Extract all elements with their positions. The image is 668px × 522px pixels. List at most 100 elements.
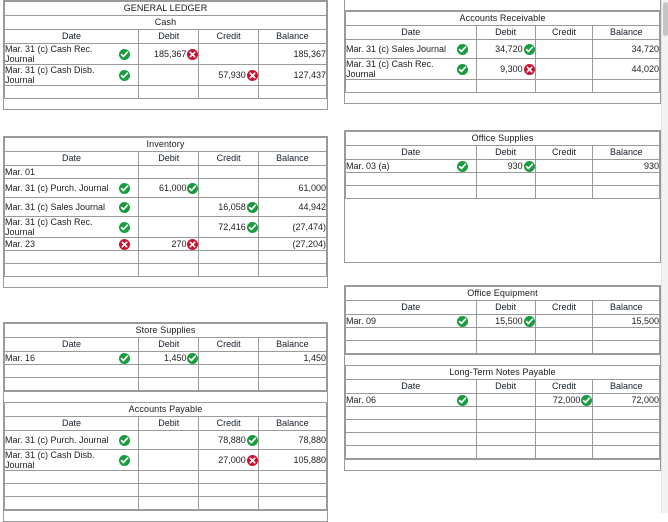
cell-date[interactable]: Mar. 06 [345,393,477,407]
cell-date[interactable] [345,419,477,433]
cell-date[interactable] [4,250,139,264]
table-row[interactable] [4,263,328,277]
cell-date[interactable]: Mar. 16 [4,351,139,365]
cell-date[interactable] [345,432,477,446]
cell-credit[interactable] [534,445,594,459]
table-row[interactable] [4,496,328,510]
table-row[interactable] [345,172,660,186]
table-row[interactable]: Mar. 01 [4,165,328,179]
cell-date[interactable]: Mar. 31 (c) Sales Journal [345,39,477,59]
cell-debit[interactable] [137,165,200,179]
scrollbar-thumb[interactable] [663,2,668,36]
cell-credit[interactable] [534,58,594,80]
table-row[interactable] [345,406,660,420]
cell-date[interactable] [345,406,477,420]
table-row[interactable]: Mar. 31 (c) Cash Rec. Journal 72,416 (27,4… [4,216,328,238]
cell-debit[interactable] [475,340,536,354]
cell-debit[interactable] [475,406,536,420]
cell-debit[interactable] [137,85,200,99]
cell-date[interactable]: Mar. 31 (c) Purch. Journal [4,178,139,198]
cell-date[interactable]: Mar. 31 (c) Cash Rec. Journal [4,43,139,65]
cell-debit[interactable]: 930 [475,159,536,173]
cell-date[interactable] [4,263,139,277]
table-row[interactable] [345,432,660,446]
table-row[interactable] [4,470,328,484]
vertical-scrollbar[interactable] [661,0,668,513]
cell-date[interactable]: Mar. 31 (c) Cash Rec. Journal [4,216,139,238]
cell-date[interactable]: Mar. 03 (a) [345,159,477,173]
table-row[interactable]: Mar. 23 270 (27,204) [4,237,328,251]
table-row[interactable] [4,377,328,391]
table-row[interactable]: Mar. 16 1,450 1,450 [4,351,328,365]
cell-credit[interactable]: 27,000 [198,449,259,471]
table-row[interactable]: Mar. 03 (a) 930 930 [345,159,660,173]
cell-date[interactable] [4,364,139,378]
cell-debit[interactable] [137,197,200,217]
cell-date[interactable]: Mar. 31 (c) Purch. Journal [4,430,139,450]
cell-debit[interactable] [137,377,200,391]
cell-debit[interactable] [475,185,536,199]
cell-debit[interactable] [475,432,536,446]
cell-date[interactable] [4,496,139,510]
cell-debit[interactable] [137,364,200,378]
cell-credit[interactable] [198,496,259,510]
cell-credit[interactable] [198,85,259,99]
table-row[interactable]: Mar. 09 15,500 15,500 [345,314,660,328]
table-row[interactable] [345,419,660,433]
cell-debit[interactable]: 9,300 [475,58,536,80]
cell-credit[interactable] [198,377,259,391]
table-row[interactable]: Mar. 31 (c) Purch. Journal 61,000 61,000 [4,178,328,198]
table-row[interactable] [345,185,660,199]
table-row[interactable] [345,79,660,93]
table-row[interactable]: Mar. 31 (c) Cash Rec. Journal 185,367 185,… [4,43,328,65]
cell-debit[interactable] [137,470,200,484]
cell-date[interactable]: Mar. 31 (c) Sales Journal [4,197,139,217]
cell-credit[interactable] [534,172,594,186]
cell-date[interactable]: Mar. 31 (c) Cash Rec. Journal [345,58,477,80]
cell-date[interactable] [345,172,477,186]
cell-credit[interactable]: 72,416 [198,216,259,238]
cell-credit[interactable]: 72,000 [534,393,594,407]
cell-date[interactable] [4,377,139,391]
cell-date[interactable] [345,185,477,199]
cell-date[interactable]: Mar. 09 [345,314,477,328]
cell-credit[interactable] [198,351,259,365]
cell-credit[interactable] [534,159,594,173]
cell-credit[interactable] [198,470,259,484]
table-row[interactable] [345,445,660,459]
cell-credit[interactable] [198,364,259,378]
cell-credit[interactable] [198,178,259,198]
table-row[interactable]: Mar. 06 72,000 72,000 [345,393,660,407]
cell-credit[interactable] [534,340,594,354]
table-row[interactable]: Mar. 31 (c) Purch. Journal 78,880 78,880 [4,430,328,450]
cell-credit[interactable] [198,237,259,251]
cell-credit[interactable] [534,419,594,433]
cell-date[interactable] [4,483,139,497]
cell-credit[interactable] [534,432,594,446]
cell-credit[interactable] [534,39,594,59]
table-row[interactable]: Mar. 31 (c) Cash Disb. Journal 57,930 127,… [4,64,328,86]
cell-debit[interactable]: 270 [137,237,200,251]
table-row[interactable] [345,340,660,354]
cell-debit[interactable] [137,263,200,277]
cell-debit[interactable] [475,79,536,93]
cell-debit[interactable] [137,250,200,264]
cell-debit[interactable] [137,430,200,450]
cell-date[interactable]: Mar. 23 [4,237,139,251]
cell-credit[interactable] [198,43,259,65]
cell-credit[interactable] [534,406,594,420]
cell-credit[interactable] [534,327,594,341]
cell-credit[interactable] [198,263,259,277]
cell-date[interactable] [345,79,477,93]
cell-credit[interactable] [534,79,594,93]
cell-debit[interactable] [137,216,200,238]
cell-debit[interactable] [475,445,536,459]
cell-debit[interactable]: 185,367 [137,43,200,65]
cell-date[interactable]: Mar. 01 [4,165,139,179]
cell-debit[interactable] [137,483,200,497]
table-row[interactable]: Mar. 31 (c) Sales Journal 16,058 44,942 [4,197,328,217]
cell-date[interactable] [4,470,139,484]
cell-debit[interactable]: 34,720 [475,39,536,59]
cell-debit[interactable] [137,449,200,471]
table-row[interactable] [4,483,328,497]
